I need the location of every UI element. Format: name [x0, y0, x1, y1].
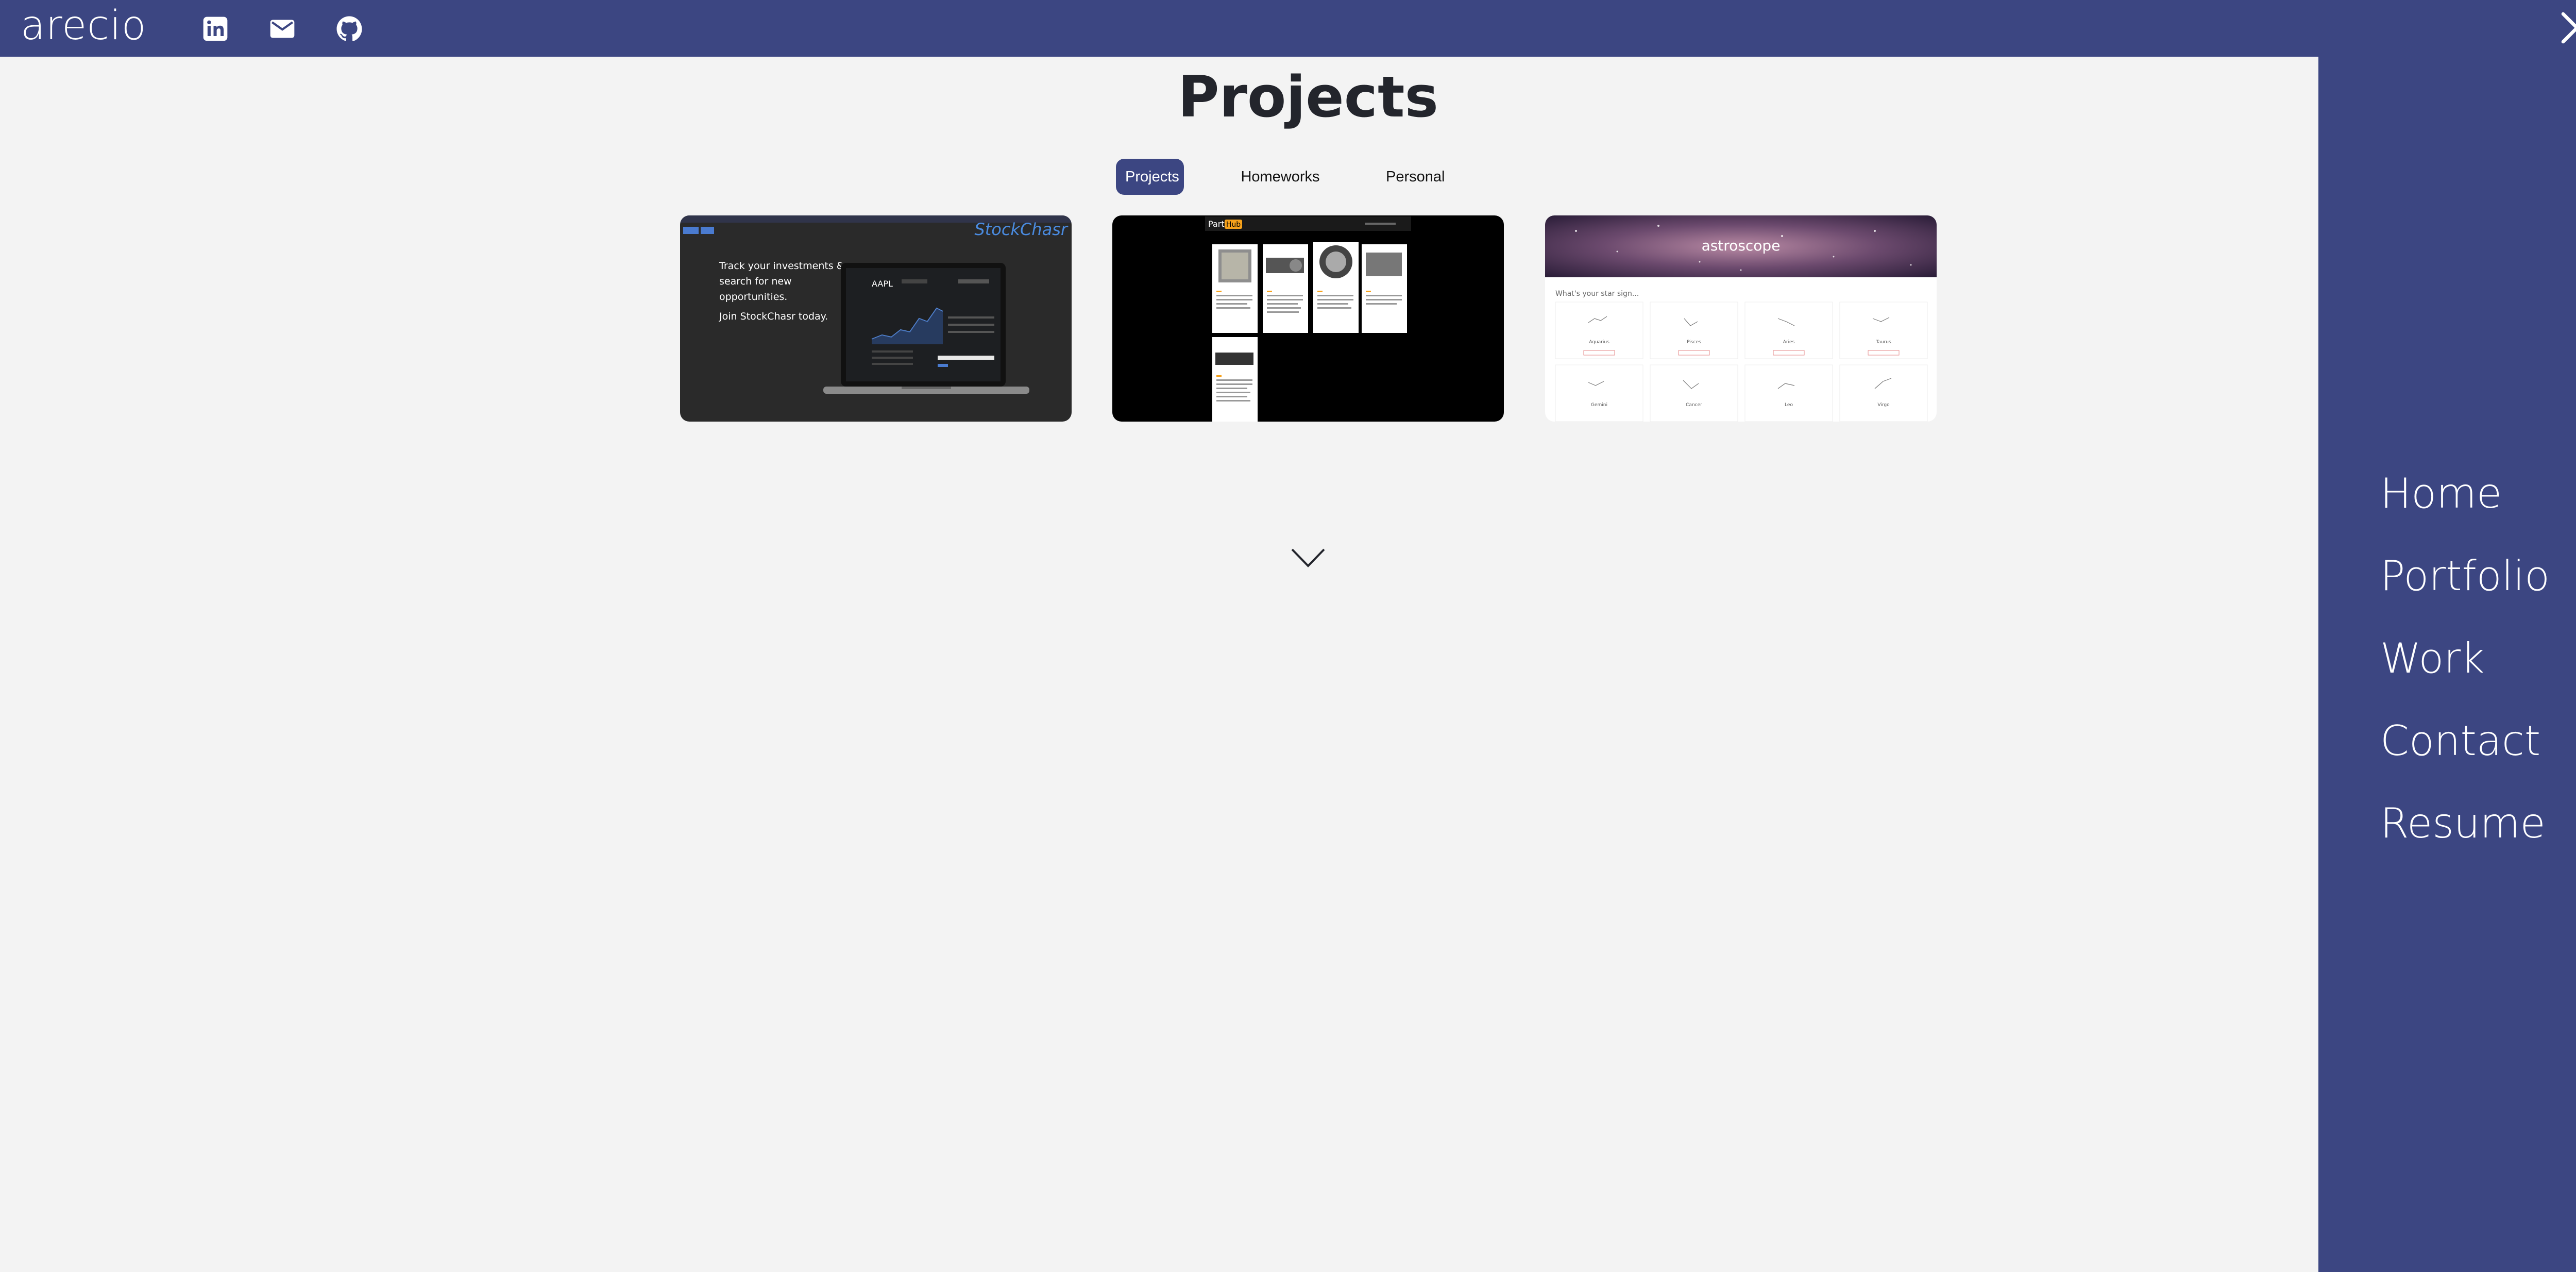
- parthub-brand-part: Part: [1208, 219, 1225, 229]
- menu-item-portfolio[interactable]: Portfolio: [2380, 550, 2550, 602]
- svg-text:Virgo: Virgo: [1877, 403, 1890, 408]
- side-menu: Home Portfolio Work Contact Resume: [2318, 57, 2576, 1272]
- parthub-brand-hub: Hub: [1226, 221, 1241, 229]
- site-logo[interactable]: arecio: [21, 0, 146, 57]
- project-card-astroscope[interactable]: astroscope What's your star sign... Aqua…: [1545, 215, 1937, 422]
- menu-item-work[interactable]: Work: [2380, 633, 2485, 684]
- tab-projects[interactable]: Projects: [1116, 159, 1184, 195]
- svg-text:Join StockChasr today.: Join StockChasr today.: [719, 311, 828, 322]
- svg-text:Leo: Leo: [1785, 403, 1793, 408]
- svg-text:Taurus: Taurus: [1875, 340, 1891, 345]
- svg-text:Aries: Aries: [1783, 340, 1795, 345]
- project-tabs: Projects Homeworks Personal: [0, 159, 2576, 195]
- project-card-parthub[interactable]: Part Hub: [1112, 215, 1504, 422]
- svg-text:Gemini: Gemini: [1591, 403, 1607, 408]
- svg-text:AAPL: AAPL: [872, 279, 893, 289]
- astroscope-prompt: What's your star sign...: [1555, 290, 1639, 298]
- svg-text:Track your investments &: Track your investments &: [719, 260, 844, 272]
- svg-text:Aquarius: Aquarius: [1589, 340, 1609, 345]
- parthub-preview-image: Part Hub: [1112, 215, 1504, 422]
- svg-text:Pisces: Pisces: [1687, 340, 1701, 345]
- stockchasr-brand: StockChasr: [974, 220, 1068, 239]
- menu-item-contact[interactable]: Contact: [2380, 715, 2540, 767]
- astroscope-brand: astroscope: [1702, 237, 1781, 254]
- tab-personal[interactable]: Personal: [1377, 159, 1452, 195]
- mail-icon[interactable]: [268, 14, 297, 43]
- menu-item-resume[interactable]: Resume: [2380, 798, 2546, 849]
- linkedin-icon[interactable]: [201, 14, 230, 43]
- svg-text:search for new: search for new: [719, 276, 792, 287]
- stockchasr-preview-image: StockChasr Track your investments & sear…: [680, 215, 1072, 422]
- github-icon[interactable]: [335, 14, 364, 43]
- page-title: Projects: [1177, 64, 1438, 130]
- menu-item-home[interactable]: Home: [2380, 468, 2502, 520]
- close-icon[interactable]: [2558, 9, 2576, 46]
- chevron-down-icon[interactable]: [1290, 546, 1326, 569]
- project-card-stockchasr[interactable]: StockChasr Track your investments & sear…: [680, 215, 1072, 422]
- svg-text:opportunities.: opportunities.: [719, 291, 787, 303]
- top-navbar: arecio: [0, 0, 2576, 57]
- astroscope-preview-image: astroscope What's your star sign... Aqua…: [1545, 215, 1937, 422]
- svg-text:Cancer: Cancer: [1686, 403, 1702, 408]
- tab-homeworks[interactable]: Homeworks: [1231, 159, 1329, 195]
